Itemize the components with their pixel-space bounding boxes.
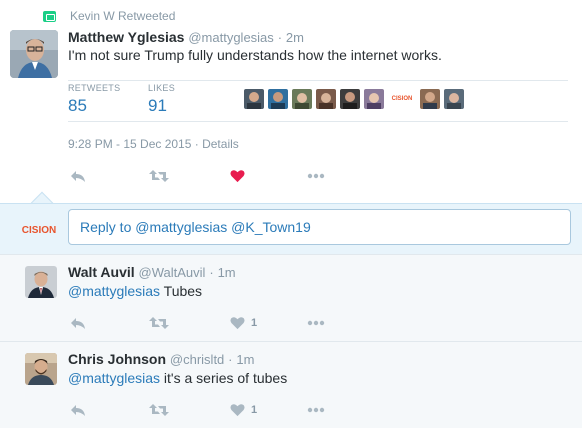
tweet-time[interactable]: 2m [286,30,304,45]
tweet-text: I'm not sure Trump fully understands how… [68,47,442,63]
liker-avatar[interactable] [364,89,384,109]
separator: · [209,265,214,280]
more-dots-icon [307,407,325,413]
reply-header: Walt Auvil @WaltAuvil · 1m [68,264,236,280]
retweet-icon [149,317,169,329]
tweet-timestamp: 9:28 PM - 15 Dec 2015 · Details [68,137,239,151]
more-dots-icon [307,173,325,179]
tweet-time[interactable]: 1m [236,352,254,367]
reply-user-avatar: CISION [22,216,56,244]
more-button[interactable] [307,166,325,186]
likers-list: CISION [244,89,468,109]
like-button[interactable]: 1 [230,313,257,333]
liker-avatar-cision[interactable]: CISION [388,89,416,109]
mention-link[interactable]: @mattyglesias [68,370,160,386]
reply-actions: 1 [68,400,348,420]
like-count: 1 [251,317,258,329]
likes-stat[interactable]: LIKES 91 [148,83,175,116]
fullname[interactable]: Walt Auvil [68,264,135,280]
likes-label: LIKES [148,83,176,93]
reply-tweet: Walt Auvil @WaltAuvil · 1m @mattyglesias… [0,254,582,341]
reply-tweet: Chris Johnson @chrisltd · 1m @mattyglesi… [0,341,582,428]
reply-body: Tubes [160,283,203,299]
retweets-count: 85 [68,96,87,115]
separator: · [228,352,233,367]
reply-button[interactable] [70,166,86,186]
avatar[interactable] [10,30,58,78]
cision-logo-text: CISION [391,96,413,102]
avatar[interactable] [25,353,57,385]
retweet-icon [149,170,169,182]
liker-avatar[interactable] [316,89,336,109]
tweet-stats: RETWEETS 85 LIKES 91 CISION [68,80,568,122]
retweets-stat[interactable]: RETWEETS 85 [68,83,120,116]
liker-avatar[interactable] [340,89,360,109]
mention-link[interactable]: @mattyglesias [68,283,160,299]
liker-avatar[interactable] [420,89,440,109]
heart-icon [230,404,245,417]
retweet-context: Kevin W Retweeted [43,8,175,24]
reply-header: Chris Johnson @chrisltd · 1m [68,351,254,367]
liker-avatar[interactable] [268,89,288,109]
avatar[interactable] [25,266,57,298]
reply-button[interactable] [70,400,86,420]
tweet-actions [68,166,348,186]
handle[interactable]: @chrisltd [170,352,224,367]
more-dots-icon [307,320,325,326]
reply-button[interactable] [70,313,86,333]
like-button[interactable]: 1 [230,400,257,420]
details-link[interactable]: Details [202,137,239,151]
more-button[interactable] [307,400,325,420]
avatar-photo-icon [25,266,57,298]
likes-count: 91 [148,96,167,115]
handle[interactable]: @WaltAuvil [139,265,206,280]
retweet-icon [149,404,169,416]
liker-avatar[interactable] [244,89,264,109]
tweet-time[interactable]: 1m [218,265,236,280]
avatar-photo-icon [10,30,58,78]
reply-icon [71,318,85,329]
timestamp-text[interactable]: 9:28 PM - 15 Dec 2015 [68,137,191,151]
reply-actions: 1 [68,313,348,333]
main-tweet: Kevin W Retweeted Matthew Yglesias @matt… [0,0,582,203]
retweet-button[interactable] [149,313,169,333]
tweet-header: Matthew Yglesias @mattyglesias · 2m [68,29,304,45]
reply-body: it's a series of tubes [160,370,288,386]
avatar-photo-icon [25,353,57,385]
reply-icon [71,405,85,416]
more-button[interactable] [307,313,325,333]
retweet-button[interactable] [149,400,169,420]
liker-avatar[interactable] [444,89,464,109]
like-button[interactable] [230,166,245,186]
fullname[interactable]: Matthew Yglesias [68,29,184,45]
liker-avatar[interactable] [292,89,312,109]
timestamp-separator: · [194,137,199,151]
reply-text: @mattyglesias it's a series of tubes [68,370,287,386]
heart-icon [230,170,245,183]
retweet-badge-icon [43,10,56,22]
retweet-button[interactable] [149,166,169,186]
reply-input[interactable]: Reply to @mattyglesias @K_Town19 [68,209,571,245]
heart-icon [230,317,245,330]
like-count: 1 [251,404,258,416]
reply-avatar-logo-text: CISION [21,224,57,236]
separator: · [277,30,283,45]
retweets-label: RETWEETS [68,83,121,93]
retweet-context-label[interactable]: Kevin W Retweeted [70,9,175,23]
reply-box: CISION Reply to @mattyglesias @K_Town19 [0,203,582,254]
reply-icon [71,171,85,182]
reply-text: @mattyglesias Tubes [68,283,202,299]
handle[interactable]: @mattyglesias [188,30,273,45]
fullname[interactable]: Chris Johnson [68,351,166,367]
